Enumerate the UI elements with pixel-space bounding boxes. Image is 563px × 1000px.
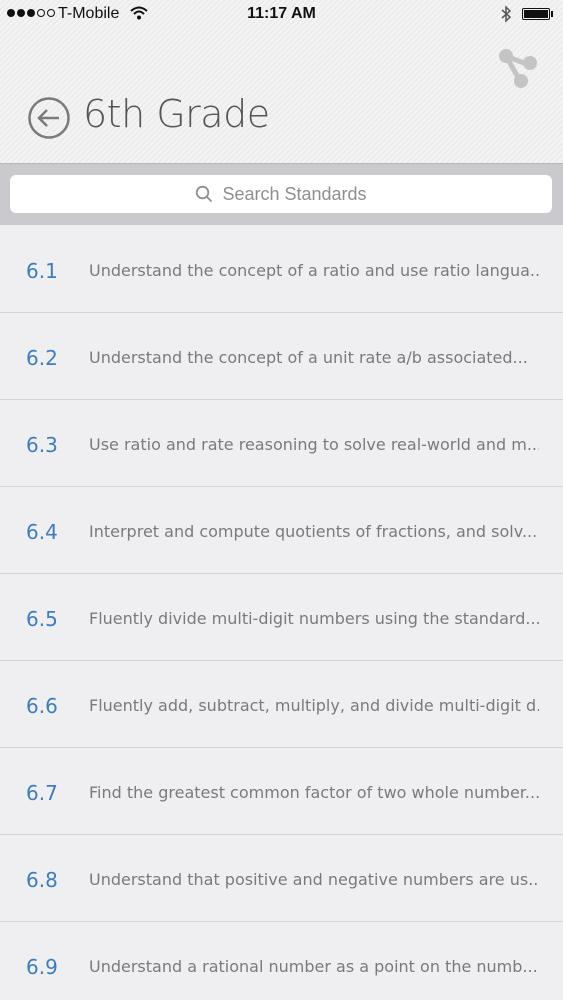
standards-list: 6.1 Understand the concept of a ratio and… xyxy=(0,226,563,1000)
list-item[interactable]: 6.7 Find the greatest common factor of tw… xyxy=(0,748,563,835)
standard-code: 6.8 xyxy=(26,868,58,892)
standard-text: Interpret and compute quotients of fract… xyxy=(89,522,538,541)
search-placeholder: Search Standards xyxy=(222,183,367,204)
list-item[interactable]: 6.9 Understand a rational number as a poi… xyxy=(0,922,563,1000)
battery-icon xyxy=(522,8,550,20)
standard-text: Fluently divide multi-digit numbers usin… xyxy=(89,609,539,628)
standard-code: 6.6 xyxy=(26,694,58,718)
standard-text: Use ratio and rate reasoning to solve re… xyxy=(89,435,539,454)
list-item[interactable]: 6.5 Fluently divide multi-digit numbers u… xyxy=(0,574,563,661)
app-screen: T-Mobile 11:17 AM 6th Grade Search Stand… xyxy=(0,0,563,1000)
standard-text: Understand the concept of a ratio and us… xyxy=(89,261,539,280)
standard-code: 6.9 xyxy=(26,955,58,979)
standard-code: 6.4 xyxy=(26,520,58,544)
search-bar: Search Standards xyxy=(0,163,563,225)
bluetooth-icon xyxy=(500,5,512,28)
standard-code: 6.1 xyxy=(26,259,58,283)
clock: 11:17 AM xyxy=(247,5,316,22)
search-icon xyxy=(195,185,213,203)
search-input[interactable]: Search Standards xyxy=(10,175,552,213)
standard-code: 6.5 xyxy=(26,607,58,631)
back-button[interactable] xyxy=(27,96,71,140)
battery-level xyxy=(524,10,548,18)
list-item[interactable]: 6.4 Interpret and compute quotients of fr… xyxy=(0,487,563,574)
standard-text: Understand a rational number as a point … xyxy=(89,957,538,976)
status-bar: T-Mobile 11:17 AM xyxy=(0,0,563,30)
standard-text: Find the greatest common factor of two w… xyxy=(89,783,539,802)
standard-code: 6.2 xyxy=(26,346,58,370)
list-item[interactable]: 6.8 Understand that positive and negative… xyxy=(0,835,563,922)
list-item[interactable]: 6.1 Understand the concept of a ratio and… xyxy=(0,226,563,313)
list-item[interactable]: 6.2 Understand the concept of a unit rate… xyxy=(0,313,563,400)
standard-code: 6.7 xyxy=(26,781,58,805)
standard-text: Understand that positive and negative nu… xyxy=(89,870,539,889)
list-item[interactable]: 6.6 Fluently add, subtract, multiply, and… xyxy=(0,661,563,748)
standard-code: 6.3 xyxy=(26,433,58,457)
list-item[interactable]: 6.3 Use ratio and rate reasoning to solve… xyxy=(0,400,563,487)
back-arrow-icon xyxy=(28,97,70,139)
share-icon[interactable] xyxy=(496,46,540,94)
page-title: 6th Grade xyxy=(83,92,270,136)
standard-text: Understand the concept of a unit rate a/… xyxy=(89,348,528,367)
standard-text: Fluently add, subtract, multiply, and di… xyxy=(89,696,539,715)
